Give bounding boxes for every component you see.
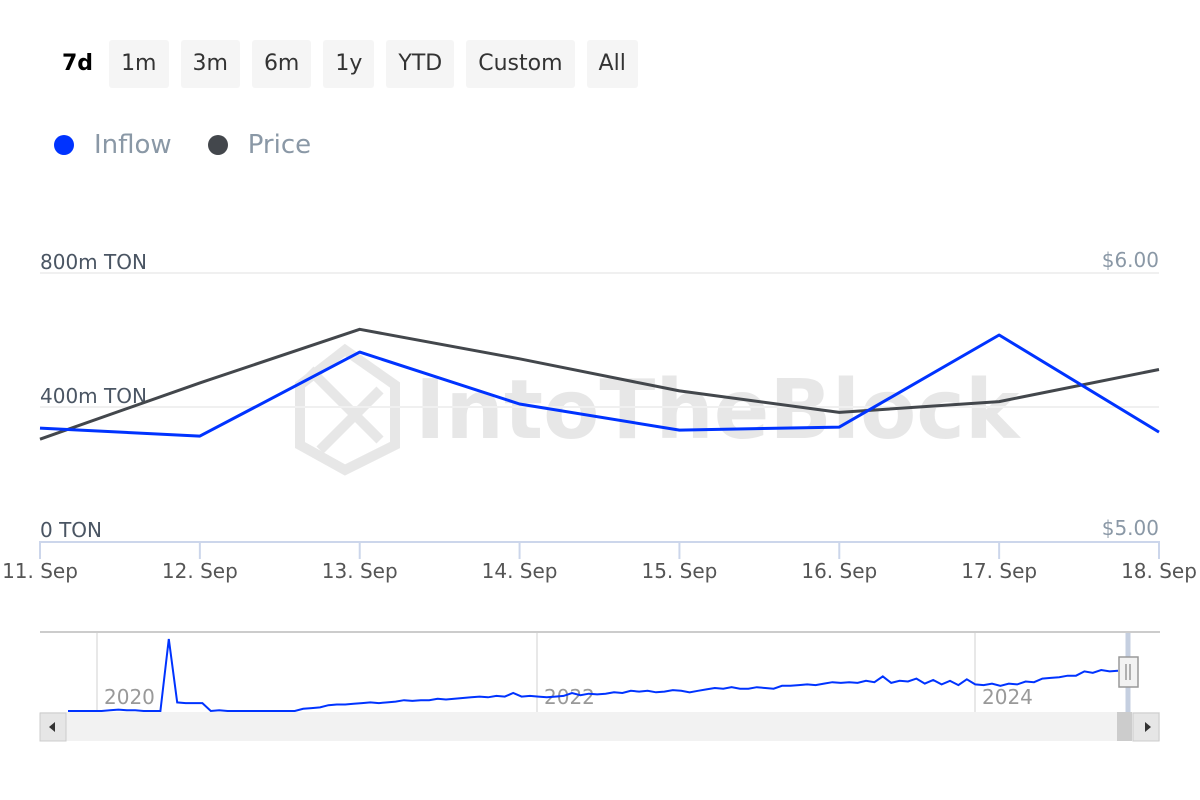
x-axis-tick-label: 11. Sep (2, 559, 78, 583)
navigator-year-label: 2020 (104, 685, 155, 709)
x-axis-tick-label: 14. Sep (482, 559, 558, 583)
scrollbar-left-button[interactable] (39, 712, 67, 742)
scrollbar-right-button[interactable] (1132, 712, 1160, 742)
x-axis-tick-label: 17. Sep (961, 559, 1037, 583)
y-axis-right: $5.00 $6.00 (1102, 248, 1159, 540)
watermark-text: IntoTheBlock (415, 363, 1022, 458)
y-right-tick-label: $6.00 (1102, 248, 1159, 272)
inflow-price-chart: IntoTheBlock 11. Sep 12. Sep 13. Sep 14. Se… (2, 248, 1197, 742)
watermark-logo-icon (295, 343, 400, 476)
navigator-handle[interactable] (1118, 656, 1139, 688)
x-axis-tick-label: 18. Sep (1121, 559, 1197, 583)
y-right-tick-label: $5.00 (1102, 516, 1159, 540)
scrollbar-track[interactable] (40, 712, 1160, 741)
x-axis-tick-label: 15. Sep (641, 559, 717, 583)
x-axis-tick-label: 13. Sep (322, 559, 398, 583)
navigator-year-label: 2024 (982, 685, 1033, 709)
y-left-tick-label: 800m TON (40, 250, 147, 274)
x-axis-tick-label: 12. Sep (162, 559, 238, 583)
navigator[interactable]: 2020 2022 2024 (39, 631, 1160, 742)
x-axis-tick-label: 16. Sep (801, 559, 877, 583)
y-left-tick-label: 400m TON (40, 384, 147, 408)
x-axis: 11. Sep 12. Sep 13. Sep 14. Sep 15. Sep 16. S… (2, 541, 1197, 583)
scrollbar-thumb[interactable] (1117, 712, 1132, 741)
y-left-tick-label: 0 TON (40, 518, 102, 542)
y-axis-left: 0 TON 400m TON 800m TON (40, 250, 147, 542)
